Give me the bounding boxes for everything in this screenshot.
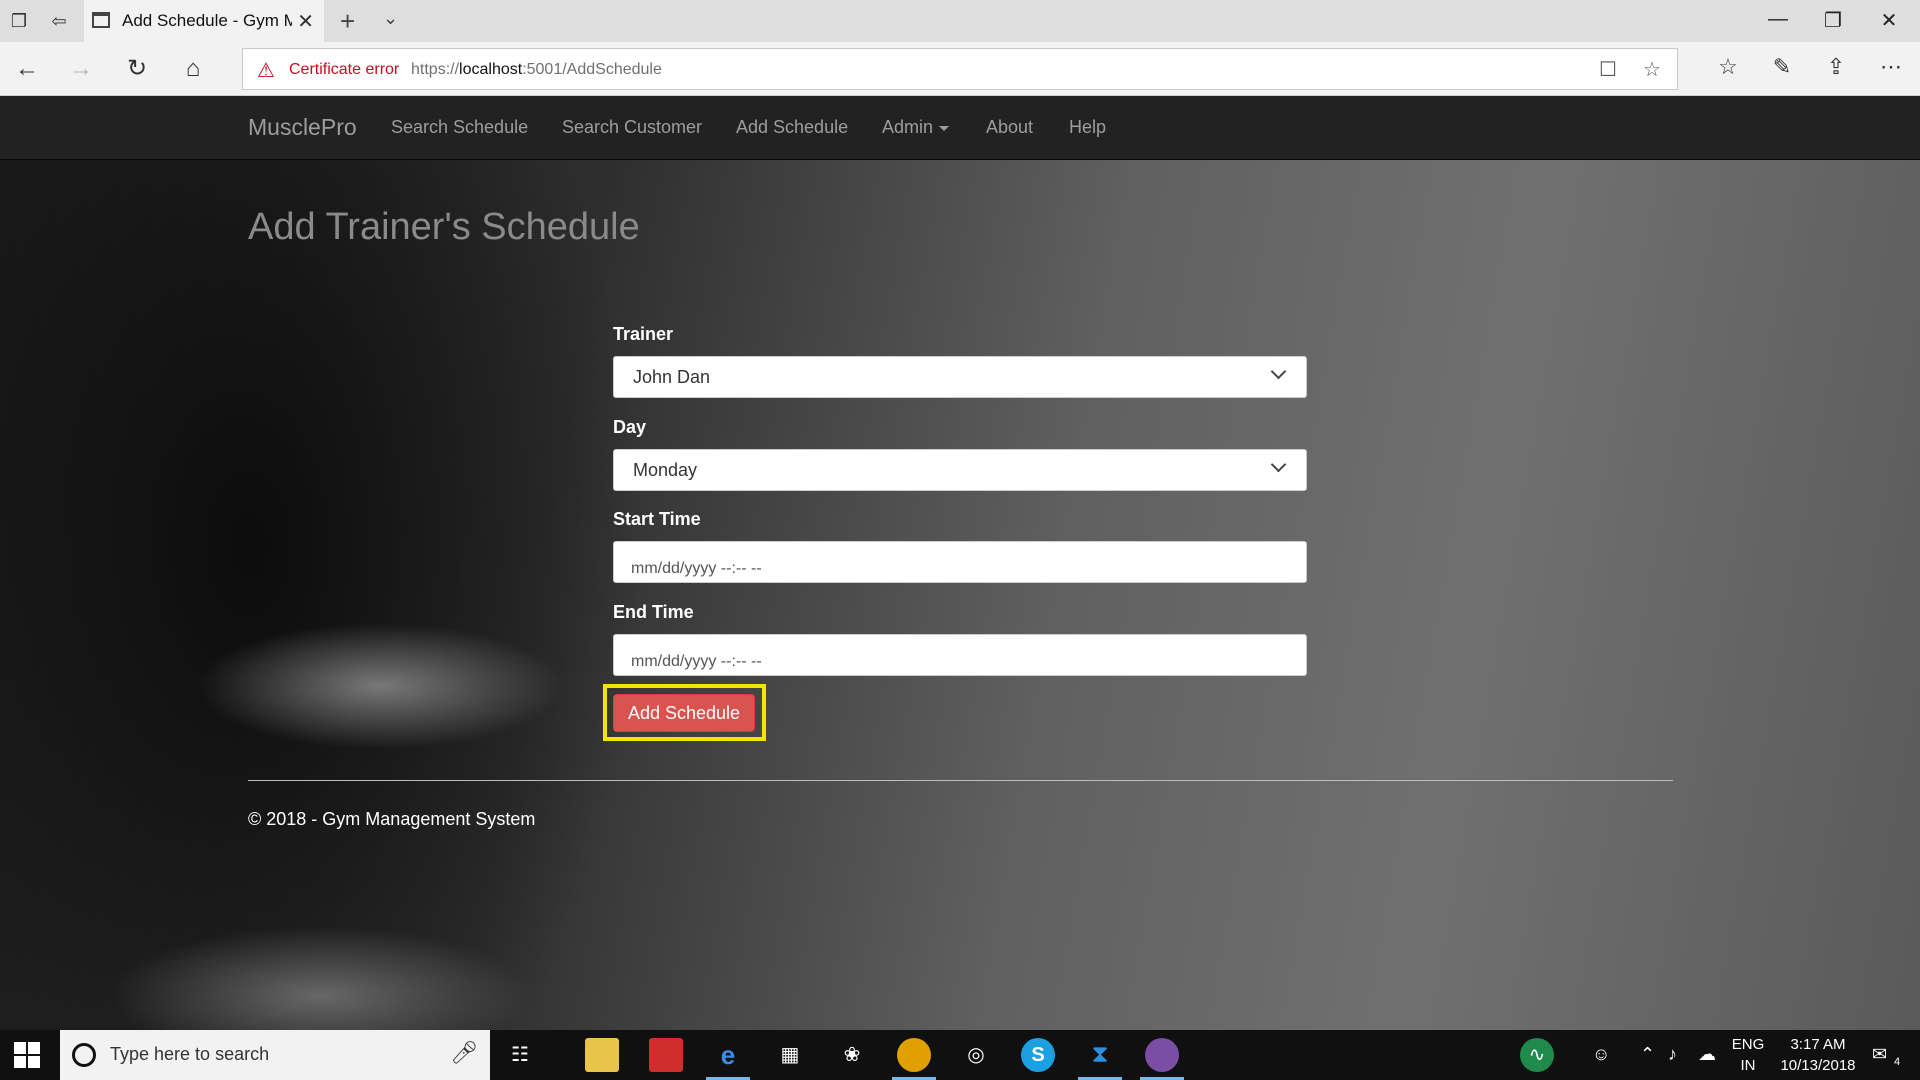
chrome-icon[interactable]	[897, 1038, 931, 1072]
tab-title: Add Schedule - Gym Ma	[122, 11, 292, 30]
nav-admin-label: Admin	[882, 117, 934, 137]
task-view-icon[interactable]: ☷	[503, 1038, 537, 1072]
nav-add-schedule[interactable]: Add Schedule	[736, 117, 848, 138]
volume-icon[interactable]: ♪	[1668, 1044, 1677, 1065]
url-prefix: https://	[411, 61, 460, 78]
file-explorer-icon[interactable]	[585, 1038, 619, 1072]
nav-search-schedule[interactable]: Search Schedule	[391, 117, 528, 138]
start-pane	[14, 1056, 26, 1068]
clock-date: 10/13/2018	[1780, 1057, 1856, 1074]
end-time-label: End Time	[613, 602, 694, 622]
day-label: Day	[613, 417, 647, 437]
footer-divider	[248, 780, 1673, 781]
url-path: :5001/AddSchedule	[522, 61, 662, 78]
reader-app-icon[interactable]	[649, 1038, 683, 1072]
page-icon	[92, 12, 110, 28]
tab-list-icon[interactable]: ❐	[6, 8, 32, 34]
refresh-icon[interactable]: ↻	[122, 54, 152, 84]
system-clock[interactable]: 3:17 AM 10/13/2018	[1770, 1034, 1866, 1076]
trainer-select[interactable]: John Dan	[613, 356, 1307, 398]
nav-about[interactable]: About	[986, 117, 1033, 138]
skype-icon[interactable]: S	[1021, 1038, 1055, 1072]
set-aside-tabs-icon[interactable]: ⇦	[46, 8, 72, 34]
end-time-placeholder: mm/dd/yyyy --:-- --	[631, 653, 762, 670]
chevron-down-icon	[1270, 456, 1287, 473]
minimize-icon[interactable]: —	[1763, 8, 1793, 31]
address-bar[interactable]: ⚠ Certificate error https://localhost:50…	[242, 48, 1678, 90]
cortana-icon	[72, 1043, 96, 1067]
close-tab-icon[interactable]: ✕	[297, 9, 314, 34]
add-schedule-button[interactable]: Add Schedule	[613, 694, 755, 732]
start-pane	[14, 1042, 26, 1054]
start-pane	[28, 1042, 40, 1054]
share-icon[interactable]: ⇪	[1821, 54, 1851, 80]
start-time-label: Start Time	[613, 509, 701, 529]
notification-count: 4	[1894, 1056, 1901, 1068]
warning-icon: ⚠	[257, 60, 275, 82]
windows-start-icon[interactable]	[14, 1042, 40, 1068]
region-code: IN	[1740, 1057, 1756, 1074]
url-text[interactable]: https://localhost:5001/AddSchedule	[411, 61, 662, 79]
favorites-hub-icon[interactable]: ☆	[1713, 54, 1743, 80]
reading-view-icon[interactable]: ☐	[1599, 57, 1617, 82]
caret-down-icon	[939, 125, 950, 131]
restore-icon[interactable]: ❐	[1818, 8, 1848, 33]
windows-taskbar: Type here to search 🎤︎ ☷ e ▦ ❀ ◎ S ⧗ ∿ ☺…	[0, 1030, 1920, 1080]
trainer-selected-value: John Dan	[633, 367, 711, 387]
day-select[interactable]: Monday	[613, 449, 1307, 491]
search-placeholder: Type here to search	[110, 1044, 270, 1064]
nav-help[interactable]: Help	[1069, 117, 1106, 138]
groove-music-icon[interactable]: ◎	[959, 1038, 993, 1072]
more-icon[interactable]: ⋯	[1876, 54, 1906, 80]
edge-icon[interactable]: e	[711, 1038, 745, 1072]
browser-toolbar: ← → ↻ ⌂ ⚠ Certificate error https://loca…	[0, 42, 1920, 96]
taskbar-search-box[interactable]: Type here to search 🎤︎	[60, 1030, 490, 1080]
nav-search-customer[interactable]: Search Customer	[562, 117, 702, 138]
footer-text: © 2018 - Gym Management System	[248, 809, 536, 829]
browser-tab[interactable]: Add Schedule - Gym Ma ✕	[84, 0, 324, 42]
end-time-input[interactable]: mm/dd/yyyy --:-- --	[613, 634, 1307, 676]
chevron-down-icon	[1270, 363, 1287, 380]
start-time-placeholder: mm/dd/yyyy --:-- --	[631, 560, 762, 577]
web-page: MusclePro Search Schedule Search Custome…	[0, 96, 1920, 1030]
browser-tab-strip: ❐ ⇦ Add Schedule - Gym Ma ✕ + ⌄ — ❐ ✕	[0, 0, 1920, 42]
brand-link[interactable]: MusclePro	[248, 114, 357, 141]
calculator-icon[interactable]: ▦	[773, 1038, 807, 1072]
nav-admin-dropdown[interactable]: Admin	[882, 117, 950, 138]
microphone-icon[interactable]: 🎤︎	[450, 1040, 478, 1066]
start-time-input[interactable]: mm/dd/yyyy --:-- --	[613, 541, 1307, 583]
github-icon[interactable]	[1145, 1038, 1179, 1072]
onedrive-icon[interactable]: ☁	[1698, 1044, 1716, 1065]
close-window-icon[interactable]: ✕	[1874, 8, 1904, 33]
language-indicator[interactable]: ENG IN	[1728, 1034, 1768, 1076]
day-selected-value: Monday	[633, 460, 698, 480]
site-navbar: MusclePro Search Schedule Search Custome…	[0, 96, 1920, 160]
trainer-label: Trainer	[613, 324, 674, 344]
clock-time: 3:17 AM	[1790, 1036, 1846, 1053]
vs-code-icon[interactable]: ⧗	[1083, 1038, 1117, 1072]
page-title: Add Trainer's Schedule	[248, 206, 640, 248]
home-icon[interactable]: ⌂	[178, 54, 208, 84]
web-notes-icon[interactable]: ✎	[1767, 54, 1797, 80]
new-tab-icon[interactable]: +	[340, 6, 355, 37]
url-host: localhost	[459, 61, 523, 78]
activity-monitor-icon[interactable]: ∿	[1520, 1038, 1554, 1072]
people-icon[interactable]: ☺	[1592, 1044, 1610, 1065]
certificate-error[interactable]: Certificate error	[289, 61, 399, 79]
back-icon[interactable]: ←	[12, 54, 42, 84]
paint-icon[interactable]: ❀	[835, 1038, 869, 1072]
language-code: ENG	[1731, 1036, 1765, 1053]
chevron-up-icon[interactable]: ⌃	[1640, 1044, 1655, 1065]
chevron-down-icon[interactable]: ⌄	[383, 8, 398, 29]
favorite-star-icon[interactable]: ☆	[1643, 57, 1661, 82]
forward-icon[interactable]: →	[66, 54, 96, 84]
start-pane	[28, 1056, 40, 1068]
action-center-icon[interactable]: ✉	[1872, 1044, 1887, 1065]
